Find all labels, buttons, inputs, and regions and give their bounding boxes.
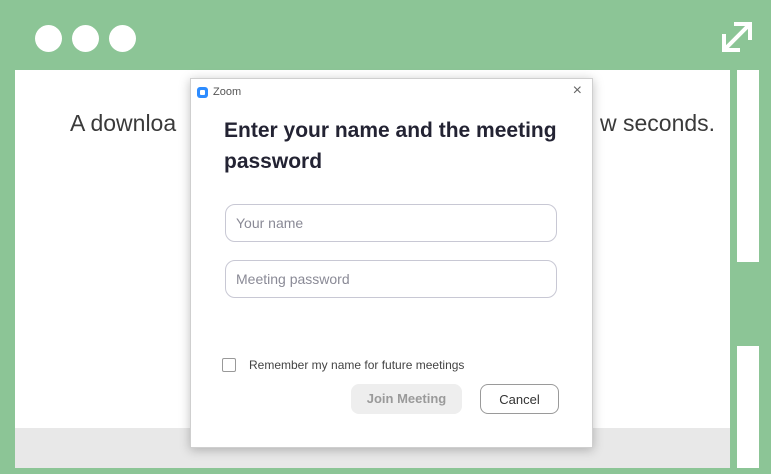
- browser-titlebar: [0, 0, 771, 70]
- zoom-join-dialog: Zoom × Enter your name and the meeting p…: [190, 78, 593, 448]
- cancel-button[interactable]: Cancel: [480, 384, 559, 414]
- window-dot-icon[interactable]: [72, 25, 99, 52]
- join-meeting-button[interactable]: Join Meeting: [351, 384, 462, 414]
- dialog-titlebar: Zoom ×: [191, 79, 592, 105]
- window-dot-icon[interactable]: [109, 25, 136, 52]
- remember-name-option[interactable]: Remember my name for future meetings: [222, 356, 522, 372]
- dialog-heading: Enter your name and the meeting password: [224, 119, 557, 173]
- scrollbar-thumb[interactable]: [737, 262, 759, 346]
- close-icon[interactable]: ×: [573, 82, 582, 100]
- remember-name-label: Remember my name for future meetings: [249, 358, 465, 372]
- meeting-password-input[interactable]: [225, 260, 557, 298]
- download-message-start: A downloa: [70, 110, 177, 136]
- download-message-end: w seconds.: [600, 110, 716, 136]
- dialog-app-name: Zoom: [213, 86, 242, 98]
- name-input[interactable]: [225, 204, 557, 242]
- window-dot-icon[interactable]: [35, 25, 62, 52]
- expand-arrows-icon[interactable]: [718, 18, 756, 56]
- zoom-logo-icon: [197, 87, 208, 98]
- remember-name-checkbox[interactable]: [222, 358, 236, 372]
